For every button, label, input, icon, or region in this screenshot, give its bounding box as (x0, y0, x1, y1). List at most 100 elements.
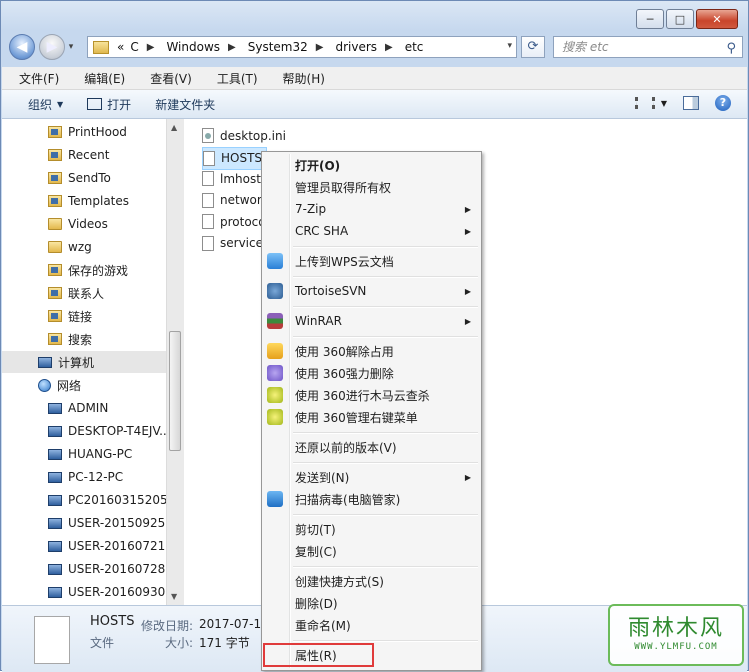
separator-arrow-icon[interactable]: ▶ (316, 42, 324, 53)
menu-edit[interactable]: 编辑(E) (67, 70, 133, 87)
computer-icon (48, 540, 62, 552)
sidebar-item[interactable]: 网络 (2, 374, 81, 396)
sidebar-item[interactable]: DESKTOP-T4EJV... (2, 420, 166, 442)
new-folder-label: 新建文件夹 (155, 97, 216, 112)
maximize-button[interactable]: □ (666, 9, 694, 29)
separator-arrow-icon[interactable]: ▶ (385, 42, 393, 53)
close-button[interactable]: ✕ (696, 9, 738, 29)
sidebar-item[interactable]: wzg (2, 236, 92, 258)
menu-item-delete[interactable]: 删除(D) (264, 592, 479, 614)
menu-help[interactable]: 帮助(H) (266, 70, 333, 87)
menu-item-send-to[interactable]: 发送到(N) ▶ (264, 466, 479, 488)
scroll-down-icon[interactable]: ▼ (171, 592, 177, 601)
sidebar-item[interactable]: USER-20150925... (2, 512, 166, 534)
menu-item-cut[interactable]: 剪切(T) (264, 518, 479, 540)
address-overflow[interactable]: « (117, 40, 124, 54)
menu-tools[interactable]: 工具(T) (200, 70, 266, 87)
sidebar-item[interactable]: PrintHood (2, 121, 127, 143)
menu-item-take-ownership[interactable]: 管理员取得所有权 (264, 176, 479, 198)
menu-item-label: 删除(D) (295, 596, 338, 611)
menu-view[interactable]: 查看(V) (133, 70, 200, 87)
help-icon[interactable]: ? (715, 95, 731, 111)
menu-item-create-shortcut[interactable]: 创建快捷方式(S) (264, 570, 479, 592)
menu-item-open[interactable]: 打开(O) (264, 154, 479, 176)
navigation-pane: PrintHood Recent SendTo Templates Videos wzg 保… (2, 119, 166, 605)
preview-pane-icon[interactable] (683, 96, 699, 110)
submenu-arrow-icon: ▶ (464, 226, 471, 236)
address-segment[interactable]: etc (405, 40, 424, 54)
address-segment[interactable]: Windows ▶ (166, 40, 241, 54)
organize-button[interactable]: 组织 ▼ (28, 96, 63, 113)
menu-item-7zip[interactable]: 7-Zip ▶ (264, 198, 479, 220)
separator-arrow-icon[interactable]: ▶ (228, 42, 236, 53)
file-list-item[interactable]: desktop.ini (202, 125, 286, 146)
tortoisesvn-icon (267, 283, 283, 299)
address-segment[interactable]: System32 ▶ (248, 40, 330, 54)
sidebar-item[interactable]: USER-20160728... (2, 558, 166, 580)
menu-item-virus-scan[interactable]: 扫描病毒(电脑管家) (264, 488, 479, 510)
sidebar-item[interactable]: USER-20160721... (2, 535, 166, 557)
menu-item-restore-versions[interactable]: 还原以前的版本(V) (264, 436, 479, 458)
sidebar-item[interactable]: PC-12-PC (2, 466, 123, 488)
new-folder-button[interactable]: 新建文件夹 (155, 96, 215, 113)
sidebar-item-label: Recent (68, 148, 110, 162)
sidebar-item[interactable]: Recent (2, 144, 109, 166)
search-icon[interactable]: ⚲ (726, 39, 736, 59)
sidebar-item[interactable]: 链接 (2, 305, 92, 327)
search-input[interactable]: 搜索 etc ⚲ (553, 36, 743, 58)
computer-icon (48, 563, 62, 575)
minimize-button[interactable]: ─ (636, 9, 664, 29)
winrar-icon (267, 313, 283, 329)
sidebar-item[interactable]: PC20160315205... (2, 489, 166, 511)
sidebar-item[interactable]: SendTo (2, 167, 111, 189)
sidebar-item[interactable]: HUANG-PC (2, 443, 132, 465)
open-button[interactable]: 打开 (87, 96, 131, 113)
menu-item-wps-upload[interactable]: 上传到WPS云文档 (264, 250, 479, 272)
menu-item-tortoisesvn[interactable]: TortoiseSVN ▶ (264, 280, 479, 302)
sidebar-item[interactable]: ADMIN (2, 397, 108, 419)
menu-item-copy[interactable]: 复制(C) (264, 540, 479, 562)
menu-item-360-force-delete[interactable]: 使用 360强力删除 (264, 362, 479, 384)
computer-icon (38, 356, 52, 368)
change-view-button[interactable]: ▼ (634, 97, 667, 109)
sidebar-item[interactable]: USER-20160930... (2, 581, 166, 603)
sidebar-item[interactable]: 联系人 (2, 282, 104, 304)
file-list-item[interactable]: HOSTS (202, 146, 268, 170)
sidebar-item[interactable]: Templates (2, 190, 129, 212)
address-segment-label: Windows (166, 40, 221, 54)
menu-item-label: 扫描病毒(电脑管家) (295, 492, 401, 507)
file-list-item[interactable]: protocol (202, 211, 269, 232)
menu-item-crc-sha[interactable]: CRC SHA ▶ (264, 220, 479, 242)
menu-item-properties[interactable]: 属性(R) (263, 643, 374, 667)
menu-item-360-manage-menu[interactable]: 使用 360管理右键菜单 (264, 406, 479, 428)
menu-item-winrar[interactable]: WinRAR ▶ (264, 310, 479, 332)
sidebar-item[interactable]: 计算机 (2, 351, 166, 373)
refresh-button[interactable]: ⟳ (521, 36, 545, 58)
special-icon (48, 126, 62, 138)
menu-separator (293, 462, 478, 464)
sidebar-item[interactable]: Videos (2, 213, 108, 235)
address-dropdown-icon[interactable]: ▾ (507, 41, 512, 51)
menu-file[interactable]: 文件(F) (2, 70, 67, 87)
menu-item-label: WinRAR (295, 314, 342, 328)
forward-button[interactable]: ▶ (39, 34, 65, 60)
menu-item-360-unlock[interactable]: 使用 360解除占用 (264, 340, 479, 362)
back-button[interactable]: ◀ (9, 34, 35, 60)
menu-item-rename[interactable]: 重命名(M) (264, 614, 479, 636)
details-modified-label: 修改日期: (141, 619, 194, 633)
sidebar-item[interactable]: 搜索 (2, 328, 92, 350)
separator-arrow-icon[interactable]: ▶ (147, 42, 155, 53)
address-segment[interactable]: C ▶ (130, 40, 160, 54)
file-thumbnail-icon (34, 616, 70, 664)
scroll-up-icon[interactable]: ▲ (171, 123, 177, 132)
details-file-name: HOSTS (90, 614, 135, 629)
navigation-scrollbar[interactable]: ▲ ▼ (166, 119, 184, 605)
address-bar[interactable]: « C ▶ Windows ▶ System32 ▶ drivers ▶ etc ▾ (87, 36, 517, 58)
sidebar-item[interactable]: 保存的游戏 (2, 259, 128, 281)
menu-item-360-trojan-scan[interactable]: 使用 360进行木马云查杀 (264, 384, 479, 406)
history-dropdown[interactable]: ▾ (65, 42, 77, 52)
file-list-item[interactable]: services (202, 233, 269, 254)
address-segment-label: etc (404, 40, 424, 54)
address-segment[interactable]: drivers ▶ (335, 40, 398, 54)
scroll-thumb[interactable] (169, 331, 181, 451)
